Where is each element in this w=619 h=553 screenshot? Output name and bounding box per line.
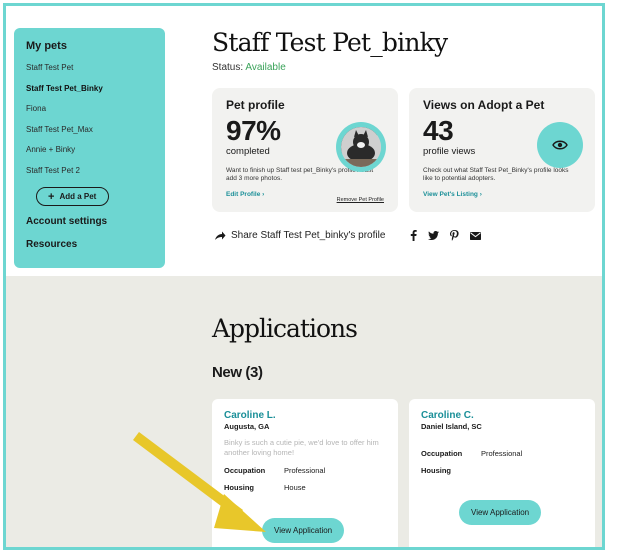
applicant-name[interactable]: Caroline L. xyxy=(224,410,386,421)
occupation-value: Professional xyxy=(284,466,326,475)
app-frame: My pets Staff Test Pet Staff Test Pet_Bi… xyxy=(3,3,605,550)
annotation-arrow-icon xyxy=(133,432,266,532)
edit-profile-link[interactable]: Edit Profile › xyxy=(226,191,264,198)
pet-status: Status: Available xyxy=(212,62,286,73)
sidebar-item-pet[interactable]: Fiona xyxy=(26,103,153,124)
sidebar-account-settings[interactable]: Account settings xyxy=(26,216,153,227)
remove-pet-profile-link[interactable]: Remove Pet Profile xyxy=(337,197,384,203)
sidebar-item-pet[interactable]: Staff Test Pet_Max xyxy=(26,124,153,145)
sidebar-resources[interactable]: Resources xyxy=(26,239,153,250)
sidebar-item-pet[interactable]: Staff Test Pet xyxy=(26,62,153,83)
application-card: Caroline C. Daniel Island, SC Occupation… xyxy=(409,399,595,547)
applications-section: Applications New (3) Caroline L. Augusta… xyxy=(6,276,602,547)
add-pet-label: Add a Pet xyxy=(59,192,97,201)
housing-row: Housing xyxy=(421,466,583,475)
social-share-icons xyxy=(410,230,481,241)
housing-value: House xyxy=(284,483,306,492)
email-icon[interactable] xyxy=(470,231,481,240)
share-profile[interactable]: Share Staff Test Pet_binky's profile xyxy=(214,230,385,241)
facebook-icon[interactable] xyxy=(410,230,417,241)
share-arrow-icon xyxy=(215,231,226,240)
pet-avatar-ring xyxy=(336,122,386,172)
views-card-title: Views on Adopt a Pet xyxy=(423,98,545,112)
add-pet-button[interactable]: + Add a Pet xyxy=(36,187,110,206)
occupation-label: Occupation xyxy=(421,449,463,458)
plus-icon: + xyxy=(48,190,55,203)
cat-photo-icon xyxy=(341,127,381,167)
status-label: Status: xyxy=(212,62,244,73)
eye-icon-badge xyxy=(537,122,583,168)
status-value: Available xyxy=(245,62,286,73)
sidebar-item-pet[interactable]: Staff Test Pet 2 xyxy=(26,165,153,186)
sidebar-item-pet[interactable]: Annie + Binky xyxy=(26,144,153,165)
eye-icon xyxy=(552,140,568,150)
occupation-value: Professional xyxy=(481,449,523,458)
sidebar-title: My pets xyxy=(26,40,67,52)
view-application-button[interactable]: View Application xyxy=(459,500,542,525)
pet-profile-card: Pet profile 97% completed Want to finish… xyxy=(212,88,398,212)
view-pet-listing-link[interactable]: View Pet's Listing › xyxy=(423,191,482,198)
pet-avatar xyxy=(341,127,381,167)
sidebar-item-pet-active[interactable]: Staff Test Pet_Binky xyxy=(26,83,153,104)
applicant-location: Daniel Island, SC xyxy=(421,422,482,431)
twitter-icon[interactable] xyxy=(428,231,439,240)
share-label: Share Staff Test Pet_binky's profile xyxy=(231,230,386,241)
applications-title: Applications xyxy=(212,314,358,343)
occupation-row: Occupation Professional xyxy=(421,449,583,458)
pinterest-icon[interactable] xyxy=(450,230,459,241)
housing-label: Housing xyxy=(421,466,451,475)
pet-dashboard-top: My pets Staff Test Pet Staff Test Pet_Bi… xyxy=(6,6,602,276)
sidebar: My pets Staff Test Pet Staff Test Pet_Bi… xyxy=(14,28,165,268)
profile-views-card: Views on Adopt a Pet 43 profile views Ch… xyxy=(409,88,595,212)
profile-card-title: Pet profile xyxy=(226,98,285,112)
page-title: Staff Test Pet_binky xyxy=(212,28,448,57)
new-applications-count: New (3) xyxy=(212,364,263,381)
views-card-description: Check out what Staff Test Pet_Binky's pr… xyxy=(423,167,569,182)
applicant-name[interactable]: Caroline C. xyxy=(421,410,583,421)
